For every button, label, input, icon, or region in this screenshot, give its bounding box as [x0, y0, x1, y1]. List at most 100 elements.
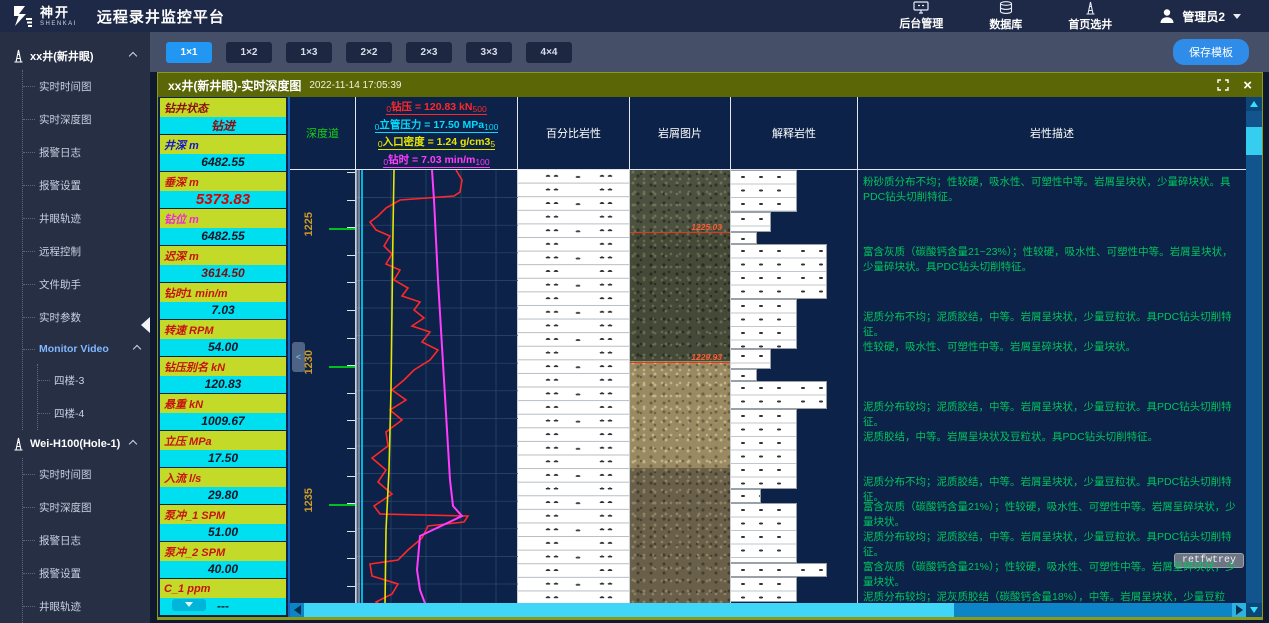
param-label: 泵冲_2 SPM	[160, 542, 286, 561]
avatar-icon	[1158, 7, 1176, 25]
brand-logo: 神开 SHENKAI	[10, 4, 77, 28]
lithology-description-track: retfwtrey 粉砂质分布不均；性较硬，吸水性、可塑性中等。岩屑呈块状，少量…	[858, 170, 1246, 603]
param-row-3: 钻位 m6482.55	[160, 209, 286, 245]
window-titlebar[interactable]: xx井(新井眼)-实时深度图 2022-11-14 17:05:39 ×	[158, 73, 1262, 97]
fullscreen-icon[interactable]	[1217, 79, 1229, 91]
curve-header-钻时: 0钻时 = 7.03 min/m100	[383, 152, 489, 168]
depth-chart-window: xx井(新井眼)-实时深度图 2022-11-14 17:05:39 × 钻井状…	[157, 72, 1263, 620]
close-icon[interactable]: ×	[1243, 78, 1252, 93]
track-header-percent-lithology: 百分比岩性	[518, 97, 630, 169]
sidebar-item-报警日志[interactable]: 报警日志	[23, 524, 150, 557]
window-timestamp: 2022-11-14 17:05:39	[309, 80, 401, 91]
interp-lithology-block-10	[731, 503, 797, 563]
depth-minor-tick	[347, 448, 355, 449]
param-label: 井深 m	[160, 135, 286, 154]
sidebar-collapse-arrow-icon[interactable]	[141, 317, 150, 333]
user-menu[interactable]: 管理员2	[1158, 7, 1241, 25]
depth-major-tick	[329, 228, 355, 230]
scroll-down-arrow-icon[interactable]	[1246, 603, 1262, 617]
param-row-8: 悬重 kN1009.67	[160, 394, 286, 430]
param-value: 40.00	[160, 561, 286, 579]
menu-backstage[interactable]: 后台管理	[899, 1, 943, 31]
lithology-description-line-4: 泥质分布较均；泥质胶结，中等。岩屑呈块状，少量豆粒状。具PDC钻头切削特征。	[863, 400, 1242, 430]
sidebar-item-报警设置[interactable]: 报警设置	[23, 557, 150, 590]
param-row-6: 转速 RPM54.00	[160, 320, 286, 356]
sidebar-item-实时参数[interactable]: 实时参数	[23, 301, 150, 334]
sidebar-item-四楼-3[interactable]: 四楼-3	[38, 364, 150, 397]
depth-tick-label: 1230	[303, 350, 315, 374]
interp-lithology-block-12	[731, 577, 797, 602]
horizontal-scroll-thumb[interactable]	[304, 603, 954, 617]
curve-钻时	[417, 170, 462, 606]
collapse-caret-icon	[129, 440, 137, 448]
depth-minor-tick	[347, 531, 355, 532]
scroll-up-arrow-icon[interactable]	[1246, 97, 1262, 111]
vertical-scrollbar[interactable]	[1246, 97, 1262, 617]
scroll-right-arrow-icon[interactable]	[1232, 603, 1246, 617]
menu-home-wells[interactable]: 首页选井	[1068, 1, 1112, 32]
param-row-5: 钻时1 min/m7.03	[160, 283, 286, 319]
param-value: 54.00	[160, 339, 286, 357]
user-name: 管理员2	[1182, 8, 1225, 25]
topbar: 神开 SHENKAI 远程录井监控平台 后台管理 数据库 首页选井	[0, 0, 1269, 32]
photo-depth-marker-label: 1225.03	[691, 222, 722, 232]
param-row-0: 钻井状态钻进	[160, 98, 286, 134]
brand-name-cn: 神开	[40, 6, 77, 19]
layout-button-1×3[interactable]: 1×3	[286, 42, 332, 63]
param-label: 垂深 m	[160, 172, 286, 191]
horizontal-scrollbar[interactable]	[290, 603, 1246, 617]
param-value: 3614.50	[160, 265, 286, 283]
sidebar-item-四楼-4[interactable]: 四楼-4	[38, 397, 150, 430]
save-template-button[interactable]: 保存模板	[1173, 39, 1249, 65]
sidebar-item-井眼轨迹[interactable]: 井眼轨迹	[23, 202, 150, 235]
lithology-description-line-7: 富含灰质（碳酸钙含量21%）；性较硬，吸水性、可塑性中等。岩屑呈碎块状，少量块状…	[863, 500, 1242, 530]
param-value: 6482.55	[160, 228, 286, 246]
sidebar-item-实时时间图[interactable]: 实时时间图	[23, 70, 150, 103]
sidebar-well-tree: xx井(新井眼)实时时间图实时深度图报警日志报警设置井眼轨迹远程控制文件助手实时…	[0, 32, 150, 623]
interp-lithology-block-1	[731, 212, 771, 232]
scroll-left-arrow-icon[interactable]	[290, 603, 304, 617]
sidebar-item-报警日志[interactable]: 报警日志	[23, 136, 150, 169]
sidebar-well-1-items: 实时时间图实时深度图报警日志报警设置井眼轨迹	[22, 458, 150, 623]
sidebar-item-井眼轨迹[interactable]: 井眼轨迹	[23, 590, 150, 623]
param-dropdown-button[interactable]	[172, 599, 206, 611]
layout-button-3×3[interactable]: 3×3	[466, 42, 512, 63]
depth-tick-label: 1235	[303, 488, 315, 512]
track-header-cuttings-photo: 岩屑图片	[630, 97, 731, 169]
layout-button-2×2[interactable]: 2×2	[346, 42, 392, 63]
interp-lithology-block-11	[731, 563, 827, 577]
photo-depth-marker-label: 1229.93	[691, 352, 722, 362]
derrick-icon	[12, 48, 25, 64]
param-label: 转速 RPM	[160, 320, 286, 339]
brand-name-en: SHENKAI	[40, 21, 77, 27]
layout-button-4×4[interactable]: 4×4	[526, 42, 572, 63]
cuttings-photo-section-1	[630, 232, 730, 361]
cuttings-photo-section-2	[630, 361, 730, 468]
depth-major-tick	[329, 366, 355, 368]
param-row-7: 钻压别名 kN120.83	[160, 357, 286, 393]
sidebar-item-实时深度图[interactable]: 实时深度图	[23, 491, 150, 524]
sidebar-item-报警设置[interactable]: 报警设置	[23, 169, 150, 202]
layout-button-2×3[interactable]: 2×3	[406, 42, 452, 63]
param-label: 钻时1 min/m	[160, 283, 286, 302]
param-row-10: 入流 l/s29.80	[160, 468, 286, 504]
menu-database[interactable]: 数据库	[989, 1, 1022, 32]
sidebar-item-monitor-video[interactable]: Monitor Video	[23, 334, 150, 364]
sidebar-item-实时深度图[interactable]: 实时深度图	[23, 103, 150, 136]
curves-track	[356, 170, 518, 603]
sidebar-well-1[interactable]: Wei-H100(Hole-1)	[0, 430, 150, 458]
sidebar-well-0[interactable]: xx井(新井眼)	[0, 42, 150, 70]
sidebar-item-远程控制[interactable]: 远程控制	[23, 235, 150, 268]
vertical-scroll-thumb[interactable]	[1246, 127, 1262, 155]
curve-header-钻压: 0钻压 = 120.83 kN500	[386, 99, 486, 115]
layout-button-1×2[interactable]: 1×2	[226, 42, 272, 63]
param-value: 钻进	[160, 117, 286, 135]
sidebar-item-文件助手[interactable]: 文件助手	[23, 268, 150, 301]
param-value: 29.80	[160, 487, 286, 505]
param-row-9: 立压 MPa17.50	[160, 431, 286, 467]
sidebar-item-实时时间图[interactable]: 实时时间图	[23, 458, 150, 491]
interp-lithology-block-3	[731, 244, 827, 299]
database-icon	[999, 1, 1013, 15]
lithology-description-line-2: 泥质分布不均；泥质胶结，中等。岩屑呈块状，少量豆粒状。具PDC钻头切削特征。	[863, 310, 1242, 340]
layout-button-1×1[interactable]: 1×1	[166, 42, 212, 63]
